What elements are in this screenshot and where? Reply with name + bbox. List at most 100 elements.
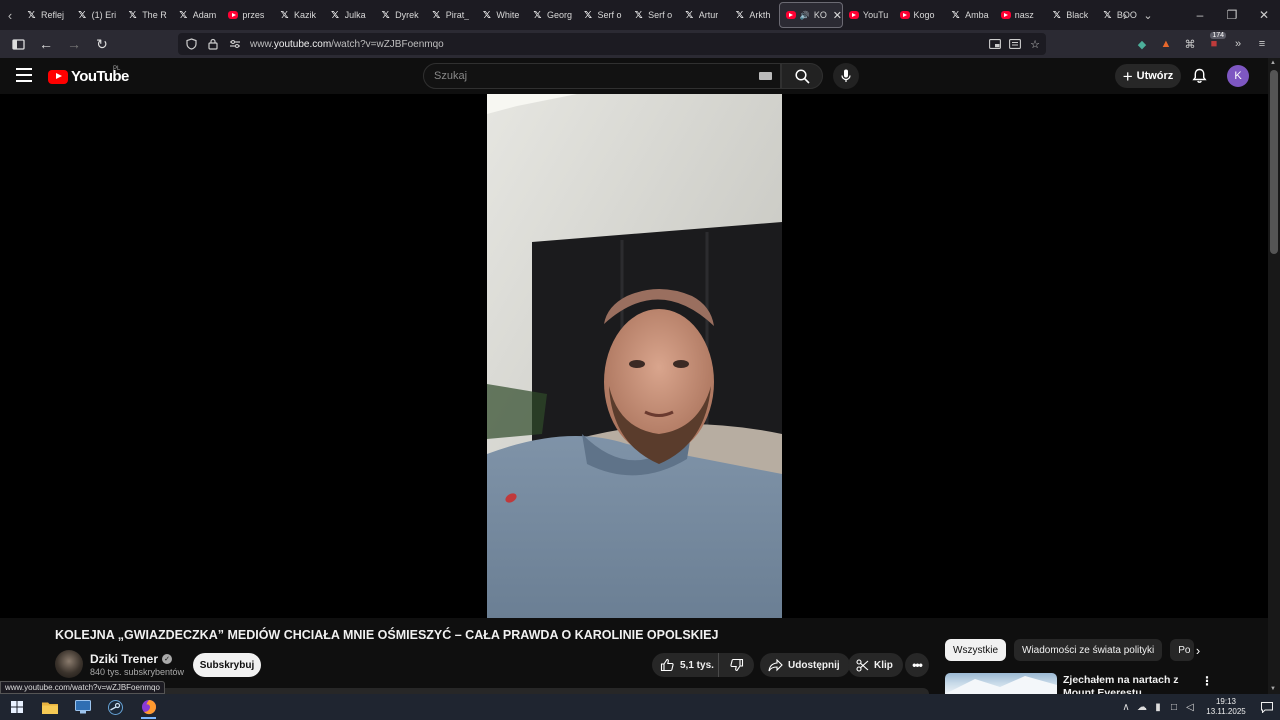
close-tab-icon[interactable]: ✕	[833, 9, 842, 22]
browser-tab[interactable]: 𝕏 Serf o	[627, 2, 678, 28]
onedrive-icon[interactable]: ☁	[1134, 694, 1150, 720]
forward-icon[interactable]: →	[62, 32, 86, 56]
recommended-menu-icon[interactable]: ⋮	[1201, 674, 1213, 688]
browser-tab[interactable]: 𝕏 Dyrek	[374, 2, 425, 28]
browser-tab[interactable]: 𝕏 Kazik	[273, 2, 324, 28]
channel-name: Dziki Trener	[90, 652, 159, 666]
permissions-icon[interactable]	[228, 37, 242, 51]
tray-overflow-icon[interactable]: ∧	[1118, 694, 1134, 720]
video-frame[interactable]	[487, 94, 782, 618]
tab-label: Arkth	[749, 10, 771, 20]
x-logo-icon: 𝕏	[78, 9, 87, 21]
chevron-right-icon[interactable]: ›	[1188, 640, 1208, 660]
volume-icon[interactable]: ◁	[1182, 694, 1198, 720]
usb-device-icon[interactable]: ▮	[1150, 694, 1166, 720]
extensions-puzzle-icon[interactable]: ⌘	[1182, 35, 1198, 53]
bookmark-star-icon[interactable]: ☆	[1028, 36, 1042, 52]
guide-menu-icon[interactable]	[16, 68, 32, 82]
browser-tab[interactable]: Kogo	[894, 2, 945, 28]
browser-tab[interactable]: 𝕏 Artur	[678, 2, 729, 28]
sidebar-toggle-icon[interactable]	[6, 32, 30, 56]
browser-tab[interactable]: YouTu	[843, 2, 894, 28]
share-button[interactable]: Udostępnij	[760, 653, 850, 677]
close-window-icon[interactable]: ✕	[1248, 0, 1280, 30]
more-tools-icon[interactable]: »	[1230, 35, 1246, 53]
video-player[interactable]	[0, 94, 1268, 618]
create-button[interactable]: + Utwórz	[1115, 64, 1181, 88]
page-scrollbar[interactable]: ▲ ▼	[1268, 58, 1280, 694]
x-logo-icon: 𝕏	[735, 9, 744, 21]
like-button[interactable]: 5,1 tys.	[652, 653, 719, 677]
voice-search-button[interactable]	[833, 63, 859, 89]
notification-center-icon[interactable]	[1254, 694, 1280, 720]
windows-taskbar: ∧ ☁ ▮ □ ◁ 19:13 13.11.2025	[0, 694, 1280, 720]
recommended-title[interactable]: Zjechałem na nartach z Mount Everestu	[1063, 674, 1203, 694]
taskbar-clock[interactable]: 19:13 13.11.2025	[1202, 697, 1250, 717]
browser-tab[interactable]: 𝕏 Julka	[324, 2, 375, 28]
browser-tab[interactable]: nasz	[995, 2, 1046, 28]
ublock-icon[interactable]: ■ 174	[1206, 32, 1226, 53]
minimize-icon[interactable]: –	[1184, 0, 1216, 30]
browser-tab[interactable]: 𝕏 Black	[1045, 2, 1096, 28]
chip-politics-news[interactable]: Wiadomości ze świata polityki	[1014, 639, 1163, 661]
tab-label: Artur	[698, 10, 719, 20]
list-all-tabs-icon[interactable]: ⌄	[1140, 0, 1156, 30]
tab-scroll-left-icon[interactable]: ‹	[0, 0, 20, 30]
browser-tab[interactable]: przes	[222, 2, 273, 28]
clip-button[interactable]: Klip	[848, 653, 903, 677]
create-label: Utwórz	[1136, 70, 1174, 82]
dislike-button[interactable]	[719, 653, 754, 677]
shield-extension-icon[interactable]: ◆	[1134, 35, 1150, 53]
notifications-bell-icon[interactable]	[1190, 66, 1208, 86]
browser-tab[interactable]: 𝕏 Adam	[172, 2, 223, 28]
picture-in-picture-icon[interactable]	[988, 36, 1002, 52]
channel-avatar[interactable]	[55, 650, 83, 678]
windows-start-icon[interactable]	[0, 694, 33, 720]
lock-icon[interactable]	[206, 37, 220, 51]
account-avatar[interactable]: K	[1227, 65, 1249, 87]
browser-tab[interactable]: 𝕏 Serf o	[577, 2, 628, 28]
back-icon[interactable]: ←	[34, 32, 58, 56]
keyboard-icon[interactable]	[759, 72, 772, 80]
channel-name-link[interactable]: Dziki Trener ✓	[90, 652, 173, 666]
tracking-protection-icon[interactable]	[184, 37, 198, 51]
network-icon[interactable]: □	[1166, 694, 1182, 720]
browser-tab[interactable]: 🔊 KO ✕	[778, 2, 843, 28]
plus-icon: +	[1122, 66, 1133, 86]
extension-icon[interactable]: ▲	[1158, 35, 1174, 53]
restore-icon[interactable]: ❐	[1216, 0, 1248, 30]
browser-tab[interactable]: 𝕏 Arkth	[728, 2, 779, 28]
search-input[interactable]: Szukaj	[423, 63, 781, 89]
search-button[interactable]	[781, 63, 823, 89]
related-filter-chips: Wszystkie Wiadomości ze świata polityki …	[945, 639, 1195, 661]
browser-tab[interactable]: 𝕏 Reflej	[20, 2, 71, 28]
x-logo-icon: 𝕏	[381, 9, 390, 21]
steam-icon[interactable]	[99, 694, 132, 720]
speaker-icon[interactable]: 🔊	[800, 11, 810, 20]
country-code: PL	[113, 66, 121, 72]
browser-tab[interactable]: 𝕏 Georg	[526, 2, 577, 28]
browser-tab[interactable]: 𝕏 White	[475, 2, 526, 28]
chip-all[interactable]: Wszystkie	[945, 639, 1006, 661]
scrollbar-thumb[interactable]	[1270, 70, 1278, 254]
browser-tab[interactable]: 𝕏 Pirat_	[425, 2, 476, 28]
scroll-up-icon[interactable]: ▲	[1270, 60, 1276, 66]
tab-scroll-right-icon[interactable]: ›	[1115, 0, 1135, 30]
reader-view-icon[interactable]	[1008, 36, 1022, 52]
address-bar[interactable]: www.youtube.com/watch?v=wZJBFoenmqo ☆	[178, 33, 1046, 55]
recommended-thumbnail[interactable]	[945, 673, 1057, 694]
menu-icon[interactable]: ≡	[1254, 35, 1270, 53]
like-dislike-group: 5,1 tys.	[652, 653, 754, 677]
scroll-down-icon[interactable]: ▼	[1270, 686, 1276, 692]
youtube-header: YouTube PL Szukaj + Utwórz K	[0, 58, 1268, 94]
x-logo-icon: 𝕏	[27, 9, 36, 21]
more-actions-icon[interactable]: •••	[905, 653, 929, 677]
remote-desktop-icon[interactable]	[66, 694, 99, 720]
firefox-taskbar-icon[interactable]	[132, 694, 165, 720]
subscribe-button[interactable]: Subskrybuj	[193, 653, 261, 677]
reload-icon[interactable]: ↻	[90, 32, 114, 56]
browser-tab[interactable]: 𝕏 The R	[121, 2, 172, 28]
browser-tab[interactable]: 𝕏 (1) Eri	[71, 2, 122, 28]
file-explorer-icon[interactable]	[33, 694, 66, 720]
browser-tab[interactable]: 𝕏 Amba	[944, 2, 995, 28]
